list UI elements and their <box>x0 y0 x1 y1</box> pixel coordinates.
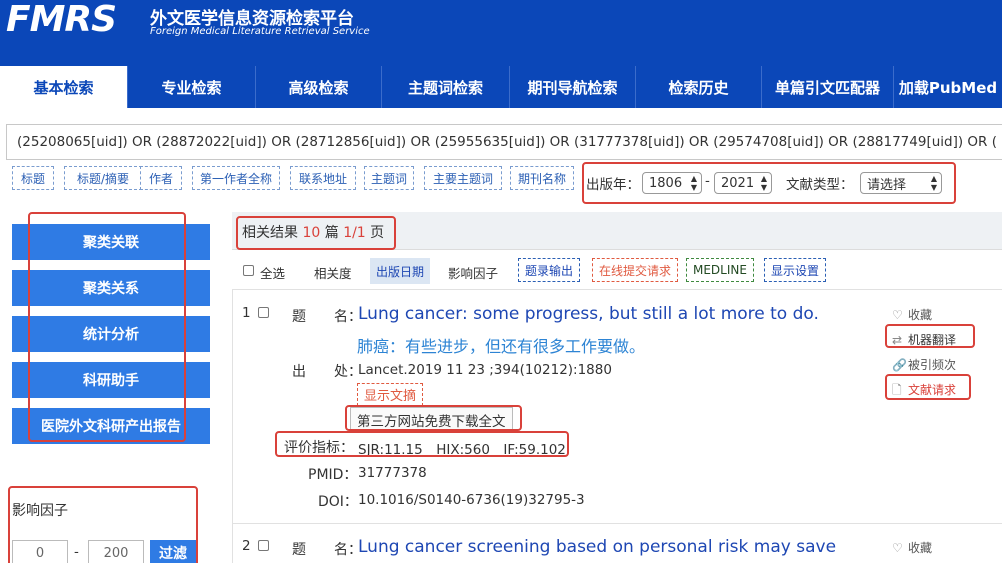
record-number: 1 <box>242 305 251 321</box>
tab-load-pubmed[interactable]: 加载PubMed <box>894 66 1002 108</box>
field-mesh-button[interactable]: 主题词 <box>364 166 414 190</box>
spinner-icon: ▲ ▼ <box>690 174 697 192</box>
year-from-value: 1806 <box>649 175 683 191</box>
tab-citation-matcher[interactable]: 单篇引文匹配器 <box>762 66 894 108</box>
hospital-report-button[interactable]: 医院外文科研产出报告 <box>12 408 210 444</box>
link-icon: 🔗 <box>892 358 907 372</box>
app-root: FMRS 外文医学信息资源检索平台 Foreign Medical Litera… <box>0 0 1002 563</box>
swap-icon: ⇄ <box>892 333 903 347</box>
doctype-select[interactable]: 请选择 ▲ ▼ <box>860 172 942 194</box>
sort-relevance[interactable]: 相关度 <box>314 263 352 282</box>
favorite-label: 收藏 <box>908 308 933 322</box>
heart-icon: ♡ <box>892 541 903 555</box>
results-page-unit: 页 <box>370 225 385 241</box>
free-download-button[interactable]: 第三方网站免费下载全文 <box>350 407 513 433</box>
record-checkbox[interactable] <box>258 540 269 551</box>
sort-publish-date[interactable]: 出版日期 <box>370 258 431 284</box>
tab-advanced-search[interactable]: 高级检索 <box>256 66 382 108</box>
results-prefix: 相关结果 <box>242 225 298 241</box>
tab-search-history[interactable]: 检索历史 <box>636 66 762 108</box>
title-label: 题 名： <box>292 309 362 325</box>
record-doi: 10.1016/S0140-6736(19)32795-3 <box>358 492 585 508</box>
statistics-button[interactable]: 统计分析 <box>12 316 210 352</box>
favorite-action[interactable]: ♡ 收藏 <box>892 306 932 323</box>
field-major-mesh-button[interactable]: 主要主题词 <box>424 166 502 190</box>
logo-mark: FMRS <box>6 0 117 40</box>
year-to-select[interactable]: 2021 ▲ ▼ <box>714 172 772 194</box>
record-source: Lancet.2019 11 23 ;394(10212):1880 <box>358 362 612 378</box>
display-settings-button[interactable]: 显示设置 <box>764 258 827 282</box>
site-title-en: Foreign Medical Literature Retrieval Ser… <box>150 26 370 37</box>
results-left-border <box>232 290 233 563</box>
year-label: 出版年： <box>586 177 640 193</box>
metrics-label: 评价指标： <box>284 440 354 456</box>
search-input[interactable]: (25208065[uid]) OR (28872022[uid]) OR (2… <box>6 124 1002 160</box>
request-label: 文献请求 <box>908 383 957 397</box>
record-number: 2 <box>242 538 251 554</box>
results-toolbar: 全选 相关度 出版日期 影响因子 题录输出 在线提交请求 MEDLINE 显示设… <box>232 252 1002 290</box>
main-nav: 基本检索 专业检索 高级检索 主题词检索 期刊导航检索 检索历史 单篇引文匹配器… <box>0 66 1002 108</box>
translate-label: 机器翻译 <box>908 333 957 347</box>
tab-mesh-search[interactable]: 主题词检索 <box>382 66 510 108</box>
sort-impact-factor[interactable]: 影响因子 <box>448 263 498 282</box>
heart-icon: ♡ <box>892 308 903 322</box>
results-unit: 篇 <box>324 225 339 241</box>
logo[interactable]: FMRS <box>6 0 117 40</box>
field-address-button[interactable]: 联系地址 <box>290 166 356 190</box>
year-separator: - <box>705 173 710 189</box>
record-metrics: SJR:11.15 HIX:560 IF:59.102 <box>358 442 566 458</box>
favorite-label: 收藏 <box>908 541 933 555</box>
title-label: 题 名： <box>292 542 362 558</box>
impact-separator: - <box>74 544 79 560</box>
record-title[interactable]: Lung cancer: some progress, but still a … <box>358 304 819 324</box>
tab-expert-search[interactable]: 专业检索 <box>128 66 256 108</box>
document-request-action[interactable]: 🗋 文献请求 <box>892 381 956 402</box>
source-label: 出 处： <box>292 364 362 380</box>
record-checkbox[interactable] <box>258 307 269 318</box>
impact-factor-title: 影响因子 <box>12 503 68 519</box>
spinner-icon: ▲ ▼ <box>930 174 937 192</box>
online-request-button[interactable]: 在线提交请求 <box>592 258 679 282</box>
doi-label: DOI： <box>318 494 358 510</box>
field-author-button[interactable]: 作者 <box>140 166 182 190</box>
research-assistant-button[interactable]: 科研助手 <box>12 362 210 398</box>
field-journal-button[interactable]: 期刊名称 <box>510 166 574 190</box>
impact-max-input[interactable]: 200 <box>88 540 144 563</box>
record-divider <box>232 523 1002 524</box>
show-abstract-button[interactable]: 显示文摘 <box>357 383 424 406</box>
field-title-button[interactable]: 标题 <box>12 166 54 190</box>
spinner-icon: ▲ ▼ <box>760 174 767 192</box>
impact-min-input[interactable]: 0 <box>12 540 68 563</box>
tab-basic-search[interactable]: 基本检索 <box>0 66 128 108</box>
field-title-abstract-button[interactable]: 标题/摘要 <box>64 166 142 190</box>
cluster-association-button[interactable]: 聚类关联 <box>12 224 210 260</box>
results-summary-bar: 相关结果 10 篇 1/1 页 <box>232 212 1002 250</box>
filter-button[interactable]: 过滤 <box>150 540 196 563</box>
results-pages: 1/1 <box>343 225 366 241</box>
favorite-action[interactable]: ♡ 收藏 <box>892 539 932 556</box>
results-summary: 相关结果 10 篇 1/1 页 <box>242 222 384 242</box>
medline-button[interactable]: MEDLINE <box>686 258 754 282</box>
translate-action[interactable]: ⇄ 机器翻译 <box>892 331 956 348</box>
record-title-translation: 肺癌：有些进步，但还有很多工作要做。 <box>357 337 646 356</box>
cited-label: 被引频次 <box>908 358 957 372</box>
results-count: 10 <box>302 225 321 241</box>
cluster-relation-button[interactable]: 聚类关系 <box>12 270 210 306</box>
record-title[interactable]: Lung cancer screening based on personal … <box>358 537 836 557</box>
export-button[interactable]: 题录输出 <box>518 258 581 282</box>
pmid-label: PMID： <box>308 467 358 483</box>
record-pmid: 31777378 <box>358 465 427 481</box>
field-first-author-button[interactable]: 第一作者全称 <box>192 166 280 190</box>
document-icon: 🗋 <box>892 383 902 397</box>
select-all-label[interactable]: 全选 <box>260 263 285 282</box>
year-doctype-filter: 出版年： 1806 ▲ ▼ - 2021 ▲ ▼ 文献类型： 请选择 ▲ ▼ <box>582 162 956 204</box>
year-from-select[interactable]: 1806 ▲ ▼ <box>642 172 702 194</box>
year-to-value: 2021 <box>721 175 755 191</box>
doctype-value: 请选择 <box>867 177 907 193</box>
select-all-checkbox[interactable] <box>243 265 254 276</box>
cited-count-action[interactable]: 🔗被引频次 <box>892 356 956 373</box>
tab-journal-search[interactable]: 期刊导航检索 <box>510 66 636 108</box>
doctype-label: 文献类型： <box>786 177 854 193</box>
header: FMRS 外文医学信息资源检索平台 Foreign Medical Litera… <box>0 0 1002 66</box>
